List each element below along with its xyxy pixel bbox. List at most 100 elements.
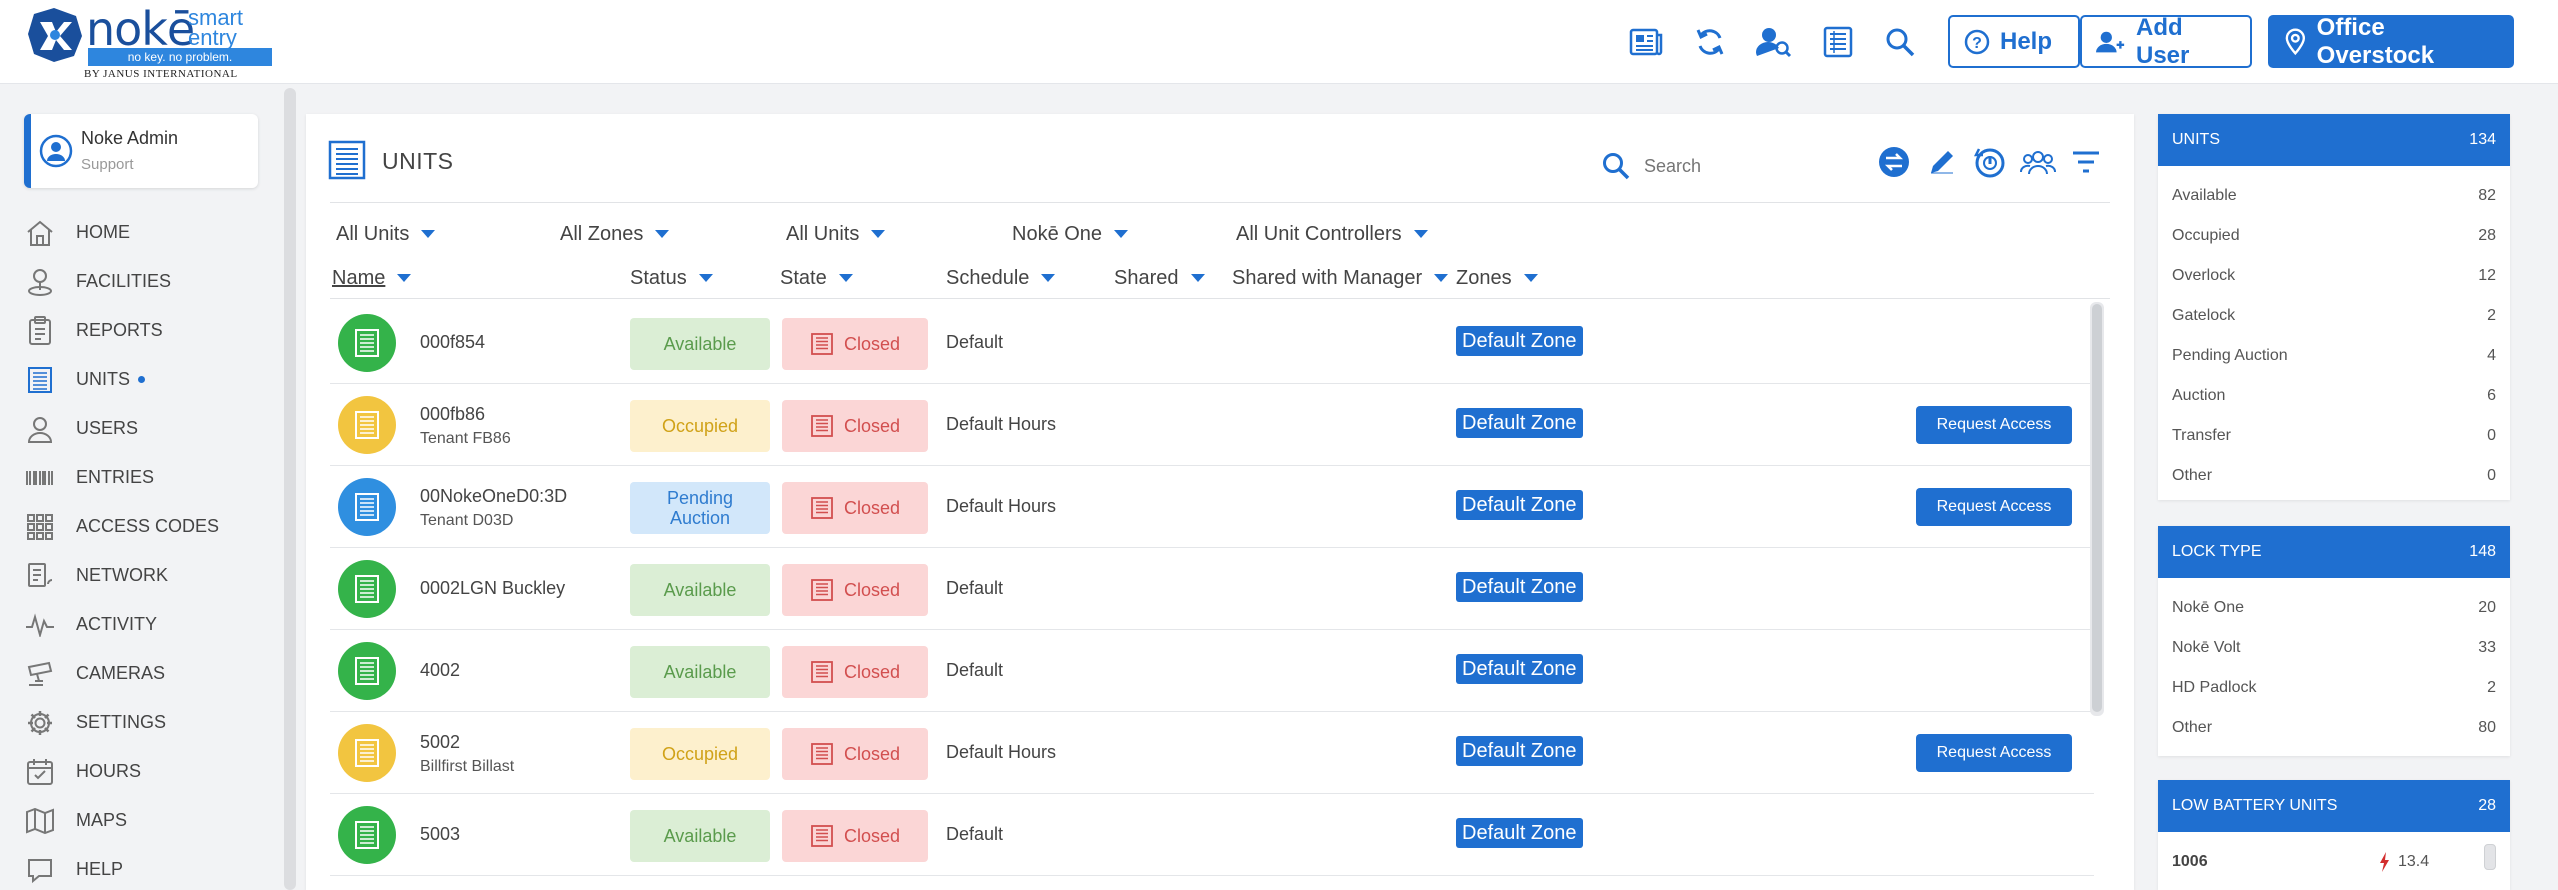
refresh-icon[interactable] — [1690, 22, 1730, 62]
summary-row-pending-auction[interactable]: Pending Auction 4 — [2158, 336, 2510, 376]
table-row[interactable]: 000f854 Available Closed Default Default… — [330, 302, 2094, 384]
column-state[interactable]: State — [780, 262, 853, 294]
edit-icon[interactable] — [1922, 142, 1962, 182]
unit-name: 5002 — [420, 732, 461, 752]
user-role: Support — [81, 156, 134, 173]
news-icon[interactable] — [1626, 22, 1666, 62]
summary-row-other[interactable]: Other 0 — [2158, 456, 2510, 496]
chevron-down-icon — [871, 230, 886, 238]
timer-reset-icon[interactable] — [1970, 142, 2010, 182]
table-row[interactable]: 5002 Billfirst Billast Occupied Closed D… — [330, 712, 2094, 794]
sidebar-item-label: REPORTS — [76, 320, 163, 340]
sidebar-item-units[interactable]: UNITS — [24, 355, 274, 404]
search-icon[interactable] — [1880, 22, 1920, 62]
column-schedule[interactable]: Schedule — [946, 262, 1056, 294]
user-search-icon[interactable] — [1754, 22, 1794, 62]
table-row[interactable]: 00NokeOneD0:3D Tenant D03D Pending Aucti… — [330, 466, 2094, 548]
sidebar-item-entries[interactable]: ENTRIES — [24, 453, 274, 502]
table-row[interactable]: 4002 Available Closed Default Default Zo… — [330, 630, 2094, 712]
sidebar-item-reports[interactable]: REPORTS — [24, 306, 274, 355]
search-input[interactable] — [1644, 155, 1864, 177]
table-scrollbar[interactable] — [2090, 302, 2104, 716]
unit-icon — [338, 396, 396, 454]
low-battery-panel: LOW BATTERY UNITS 28 1006 13.4 — [2158, 780, 2510, 890]
sidebar-item-cameras[interactable]: CAMERAS — [24, 649, 274, 698]
unit-name: 000f854 — [420, 332, 486, 352]
sidebar-item-activity[interactable]: ACTIVITY — [24, 600, 274, 649]
schedule-text: Default — [946, 332, 1004, 352]
units-search[interactable] — [1602, 150, 1872, 182]
lock-row-hd-padlock[interactable]: HD Padlock 2 — [2158, 668, 2510, 708]
column-status[interactable]: Status — [630, 262, 713, 294]
column-name[interactable]: Name — [332, 262, 412, 294]
sidebar-item-network[interactable]: NETWORK — [24, 551, 274, 600]
logo-smart-entry: smart entry — [188, 5, 243, 50]
facility-selector-button[interactable]: Office Overstock — [2268, 14, 2514, 69]
request-access-button[interactable]: Request Access — [1916, 734, 2072, 772]
summary-row-auction[interactable]: Auction 6 — [2158, 376, 2510, 416]
scrollbar-thumb[interactable] — [2092, 304, 2102, 712]
summary-row-occupied[interactable]: Occupied 28 — [2158, 216, 2510, 256]
lock-row-noke-one[interactable]: Nokē One 20 — [2158, 588, 2510, 628]
summary-row-gatelock[interactable]: Gatelock 2 — [2158, 296, 2510, 336]
transfer-icon[interactable] — [1874, 142, 1914, 182]
schedule-text: Default Hours — [946, 496, 1057, 516]
user-card[interactable]: Noke Admin Support — [24, 114, 258, 188]
list-icon[interactable] — [1818, 22, 1858, 62]
table-row[interactable]: 000fb86 Tenant FB86 Occupied Closed Defa… — [330, 384, 2094, 466]
closed-door-icon — [811, 825, 833, 847]
filter-unit-controllers[interactable]: All Unit Controllers — [1236, 214, 1428, 254]
table-row[interactable]: 0002LGN Buckley Available Closed Default… — [330, 548, 2094, 630]
sidebar-item-access-codes[interactable]: ACCESS CODES — [24, 502, 274, 551]
sidebar-item-facilities[interactable]: FACILITIES — [24, 257, 274, 306]
filter-unit-type[interactable]: All Units — [786, 214, 886, 254]
group-users-icon[interactable] — [2018, 142, 2058, 182]
summary-row-overlock[interactable]: Overlock 12 — [2158, 256, 2510, 296]
filter-all-zones[interactable]: All Zones — [560, 214, 670, 254]
logo-by-line: BY JANUS INTERNATIONAL — [84, 68, 238, 80]
sidebar-item-home[interactable]: HOME — [24, 208, 274, 257]
help-button[interactable]: ? Help — [1948, 15, 2080, 68]
sidebar-item-label: MAPS — [76, 810, 128, 830]
filter-icon[interactable] — [2066, 142, 2106, 182]
low-battery-row[interactable]: 1006 13.4 — [2158, 840, 2510, 884]
sidebar-item-users[interactable]: USERS — [24, 404, 274, 453]
low-battery-scrollbar[interactable] — [2484, 844, 2496, 870]
lock-row-other[interactable]: Other 80 — [2158, 708, 2510, 748]
zone-badge: Default Zone — [1456, 818, 1583, 848]
zone-badge: Default Zone — [1456, 572, 1583, 602]
column-zones[interactable]: Zones — [1456, 262, 1538, 294]
units-summary-panel: UNITS 134 Available 82 Occupied 28 Overlock… — [2158, 114, 2510, 500]
state-badge: Closed — [782, 728, 928, 780]
column-shared-with-manager[interactable]: Shared with Manager — [1232, 262, 1449, 294]
filter-lock-type[interactable]: Nokē One — [1012, 214, 1129, 254]
closed-door-icon — [811, 497, 833, 519]
column-shared[interactable]: Shared — [1114, 262, 1205, 294]
network-icon — [24, 560, 56, 592]
request-access-button[interactable]: Request Access — [1916, 406, 2072, 444]
active-indicator — [138, 376, 145, 383]
sidebar-item-hours[interactable]: HOURS — [24, 747, 274, 796]
sidebar-item-label: HOURS — [76, 761, 142, 781]
summary-row-transfer[interactable]: Transfer 0 — [2158, 416, 2510, 456]
noke-logo[interactable]: nokē smart entry no key. no problem. BY J… — [26, 2, 272, 80]
chevron-down-icon — [838, 274, 853, 282]
sidebar-item-help[interactable]: HELP — [24, 845, 274, 890]
sidebar-item-maps[interactable]: MAPS — [24, 796, 274, 845]
lock-row-noke-volt[interactable]: Nokē Volt 33 — [2158, 628, 2510, 668]
low-battery-header: LOW BATTERY UNITS 28 — [2158, 780, 2510, 832]
summary-row-available[interactable]: Available 82 — [2158, 176, 2510, 216]
user-name: Noke Admin — [81, 128, 179, 148]
sidebar-scrollbar[interactable] — [284, 88, 296, 890]
add-user-button[interactable]: Add User — [2080, 14, 2252, 69]
status-badge: Available — [630, 646, 770, 698]
request-access-button[interactable]: Request Access — [1916, 488, 2072, 526]
unit-name: 4002 — [420, 660, 461, 680]
status-badge: Pending Auction — [630, 482, 770, 534]
table-row[interactable]: 5003 Available Closed Default Default Zo… — [330, 794, 2094, 876]
sidebar-item-settings[interactable]: SETTINGS — [24, 698, 274, 747]
units-summary-header: UNITS 134 — [2158, 114, 2510, 166]
schedule-text: Default — [946, 578, 1004, 598]
location-icon — [24, 266, 56, 298]
filter-all-units[interactable]: All Units — [336, 214, 436, 254]
